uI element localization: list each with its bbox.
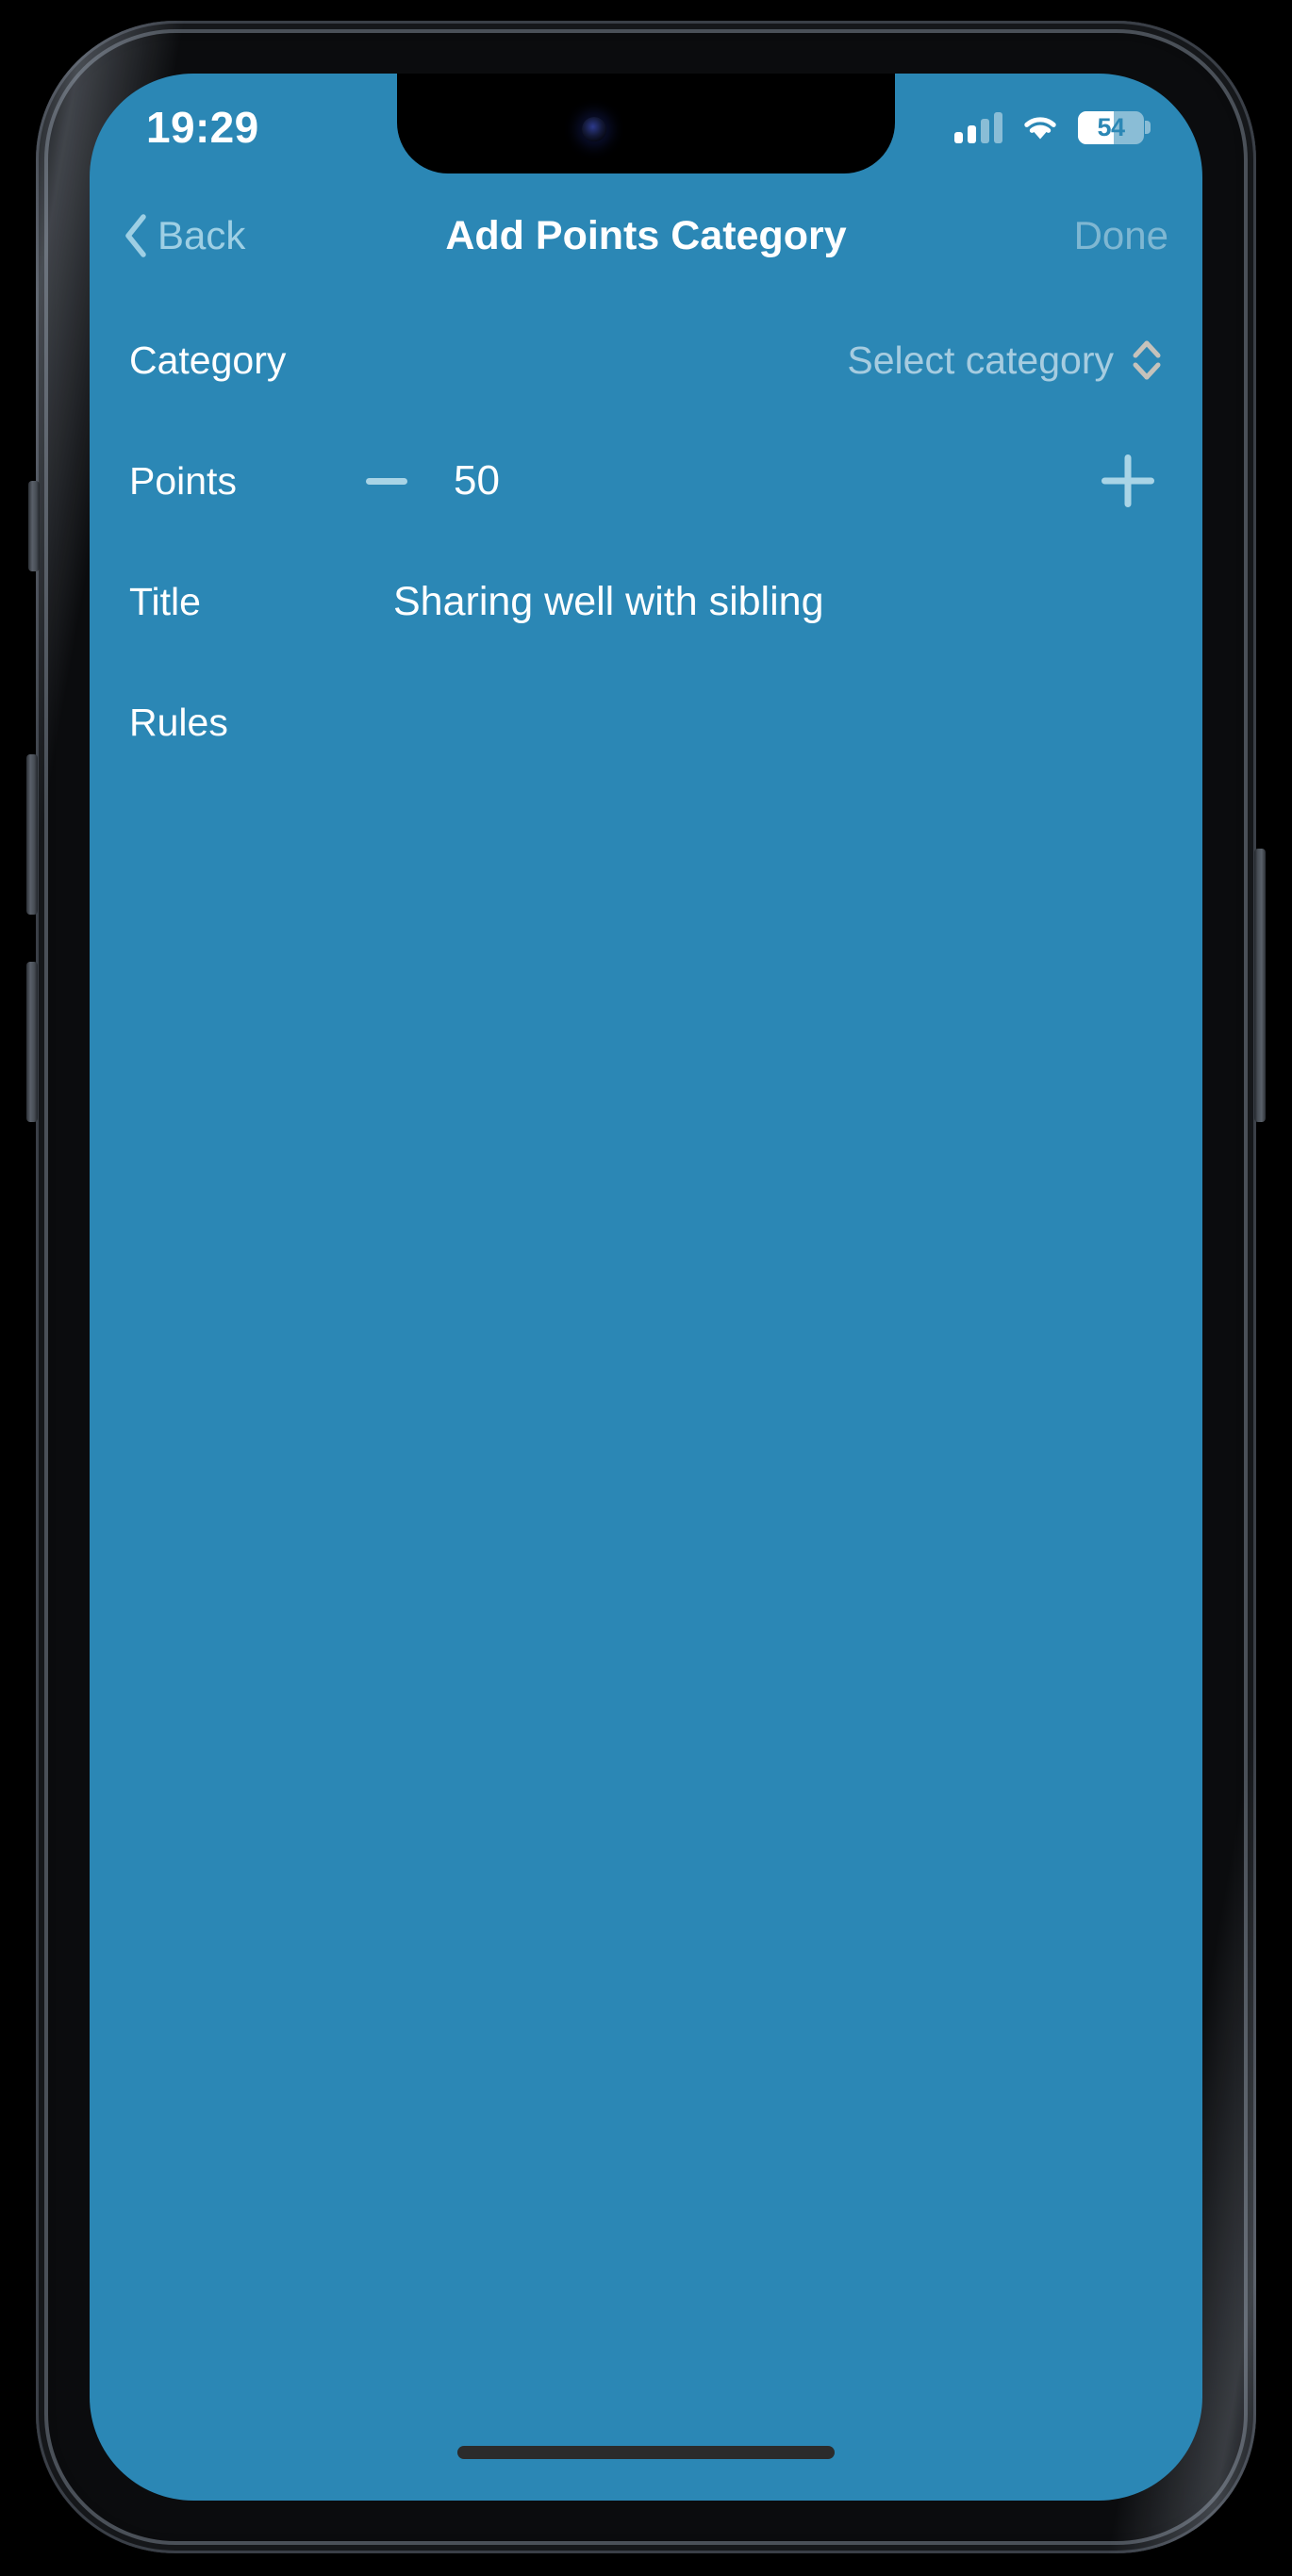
chevron-up-down-icon: [1133, 340, 1161, 380]
points-decrement-button[interactable]: [352, 446, 422, 516]
volume-up-button[interactable]: [26, 754, 38, 915]
points-stepper: 50: [327, 446, 1163, 516]
volume-down-button[interactable]: [26, 962, 38, 1122]
form-list: Category Select category Points 50 Title…: [90, 300, 1202, 2501]
cellular-signal-icon: [954, 111, 1002, 143]
home-indicator[interactable]: [457, 2446, 835, 2459]
notch: [397, 74, 895, 173]
category-picker[interactable]: Select category: [847, 339, 1163, 383]
title-label: Title: [129, 579, 201, 623]
done-button[interactable]: Done: [1074, 213, 1168, 258]
mute-switch-button[interactable]: [28, 481, 40, 571]
form-row-points: Points 50: [90, 421, 1202, 541]
status-bar-indicators: 54: [954, 110, 1151, 144]
navigation-bar: Back Add Points Category Done: [90, 185, 1202, 287]
minus-icon: [366, 477, 407, 485]
status-bar-time: 19:29: [146, 103, 259, 152]
title-input[interactable]: Sharing well with sibling: [393, 579, 824, 625]
back-button-label: Back: [157, 213, 246, 257]
points-value[interactable]: 50: [454, 457, 500, 504]
front-camera-icon: [582, 117, 606, 141]
phone-screen: 19:29 54 Back Add Points Category Done C…: [90, 74, 1202, 2501]
battery-nub: [1145, 121, 1151, 134]
battery-fill: [1078, 110, 1114, 144]
category-placeholder: Select category: [847, 338, 1114, 382]
battery-icon: 54: [1078, 110, 1151, 144]
points-label: Points: [129, 458, 237, 503]
battery-level-label: 54: [1097, 112, 1125, 141]
category-label: Category: [129, 338, 287, 382]
form-row-title[interactable]: Title Sharing well with sibling: [90, 541, 1202, 662]
back-button[interactable]: Back: [124, 213, 245, 258]
rules-label: Rules: [129, 700, 228, 744]
points-increment-button[interactable]: [1093, 446, 1163, 516]
chevron-left-icon: [125, 214, 146, 257]
form-row-category[interactable]: Category Select category: [90, 300, 1202, 421]
wifi-icon: [1024, 117, 1056, 140]
page-title: Add Points Category: [445, 212, 847, 258]
form-row-rules[interactable]: Rules: [90, 662, 1202, 783]
power-button[interactable]: [1254, 849, 1266, 1122]
